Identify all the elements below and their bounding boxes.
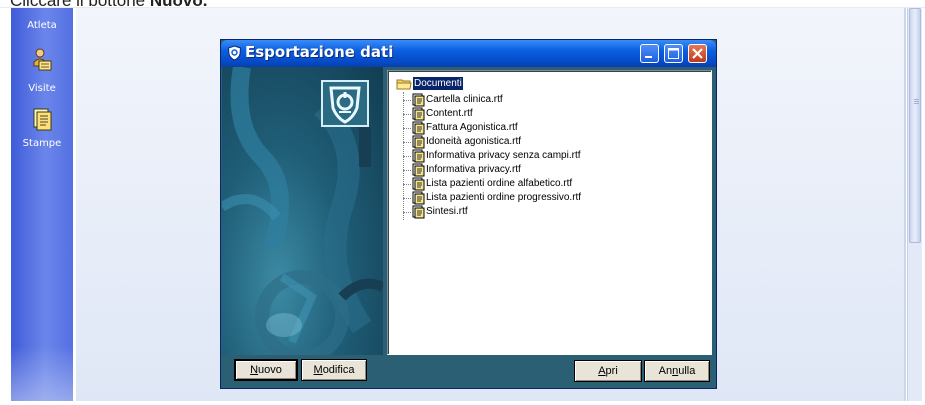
minimize-button[interactable]: [640, 44, 659, 63]
accel-key: N: [250, 364, 259, 376]
rtf-document-icon: [412, 163, 425, 177]
nav-item-label: Atleta: [27, 20, 57, 31]
button-label: odifica: [322, 364, 355, 376]
close-button[interactable]: [688, 44, 707, 63]
rtf-document-icon: [412, 121, 425, 135]
folder-open-icon: [396, 79, 412, 90]
scrollbar-thumb[interactable]: [909, 8, 921, 243]
tree-connector: [403, 198, 411, 199]
grip-line: [914, 103, 919, 104]
nav-bottom-gradient: [11, 346, 73, 401]
tree-connector: [403, 184, 411, 185]
rtf-document-icon: [412, 191, 425, 205]
vertical-scrollbar[interactable]: [907, 8, 922, 401]
tree-connector: [403, 128, 411, 129]
print-icon: [33, 108, 52, 131]
visits-icon: [33, 48, 52, 71]
button-label: uovo: [258, 364, 282, 376]
tree-item-label: Lista pazienti ordine alfabetico.rtf: [426, 178, 573, 189]
minimize-icon: [645, 56, 652, 58]
decorative-artwork: [222, 67, 383, 355]
main-area-edge: [904, 8, 906, 401]
tree-connector: [403, 170, 411, 171]
tree-item-label: Informativa privacy.rtf: [426, 164, 521, 175]
button-label: ulla: [678, 365, 696, 377]
rtf-document-icon: [412, 149, 425, 163]
shield-logo-icon: [329, 86, 361, 124]
open-button[interactable]: Apri: [574, 360, 642, 382]
tree-item-label: Lista pazienti ordine progressivo.rtf: [426, 192, 582, 203]
tree-item-label: Sintesi.rtf: [426, 206, 468, 217]
edit-button[interactable]: Modifica: [301, 359, 367, 381]
tree-connector: [403, 212, 411, 213]
documents-tree[interactable]: Documenti Cartella clinica.rtf Content.r…: [387, 70, 712, 355]
tree-item-label: Content.rtf: [426, 108, 473, 119]
rtf-document-icon: [412, 205, 425, 219]
export-dialog: Esportazione dati Documenti Cartella cli…: [220, 39, 717, 389]
close-icon: [692, 48, 703, 59]
rtf-document-icon: [412, 107, 425, 121]
shield-logo-icon: [227, 45, 242, 61]
tree-connector: [403, 156, 411, 157]
nav-item-print[interactable]: Stampe: [11, 103, 73, 158]
left-navigation: Atleta Visite Stampe: [11, 8, 73, 401]
nav-item-label: Visite: [28, 83, 56, 94]
nav-item-label: Stampe: [22, 138, 62, 149]
tree-connector: [403, 114, 411, 115]
new-button[interactable]: Nuovo: [234, 359, 298, 381]
nav-item-athlete[interactable]: Atleta: [11, 8, 73, 34]
tree-item-label: Fattura Agonistica.rtf: [426, 122, 518, 133]
button-label: pri: [605, 365, 618, 377]
accel-key: M: [313, 364, 323, 376]
tree-root-label: Documenti: [413, 77, 463, 90]
dialog-logo: [321, 80, 369, 127]
tree-item-label: Idoneità agonistica.rtf: [426, 136, 522, 147]
dialog-titlebar[interactable]: Esportazione dati: [221, 40, 716, 67]
grip-line: [914, 99, 919, 100]
tree-connector: [403, 142, 411, 143]
tree-item-label: Cartella clinica.rtf: [426, 94, 503, 105]
maximize-icon: [668, 48, 679, 59]
button-label-pre: An: [658, 365, 673, 377]
tree-connector: [403, 100, 411, 101]
rtf-document-icon: [412, 93, 425, 107]
cancel-button[interactable]: Annulla: [644, 360, 710, 382]
maximize-button[interactable]: [664, 44, 683, 63]
rtf-document-icon: [412, 135, 425, 149]
grip-line: [914, 101, 919, 102]
rtf-document-icon: [412, 177, 425, 191]
nav-item-visits[interactable]: Visite: [11, 46, 73, 101]
dialog-title: Esportazione dati: [245, 43, 394, 61]
accel-key: A: [598, 365, 606, 377]
tree-item-label: Informativa privacy senza campi.rtf: [426, 150, 581, 161]
